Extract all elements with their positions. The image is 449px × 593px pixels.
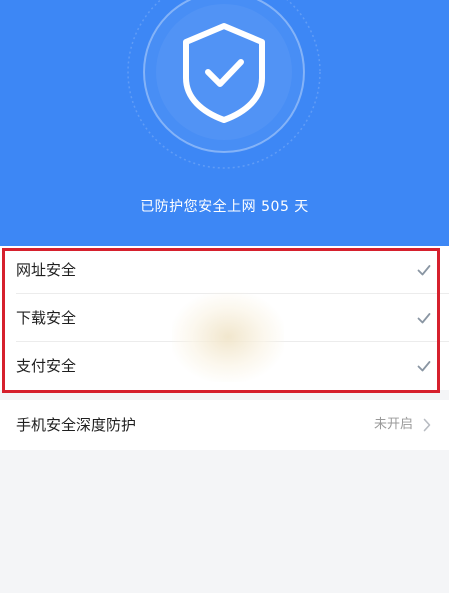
check-icon (417, 265, 431, 276)
deep-protection-label: 手机安全深度防护 (16, 416, 137, 434)
list-item-label: 支付安全 (16, 357, 77, 375)
protection-list: 网址安全 下载安全 支付安全 (0, 246, 449, 390)
check-icon (417, 313, 431, 324)
deep-protection-item[interactable]: 手机安全深度防护 未开启 (0, 400, 449, 450)
deep-protection-status: 未开启 (373, 417, 413, 432)
list-item-payment-security[interactable]: 支付安全 (0, 342, 449, 390)
check-icon (417, 361, 431, 372)
protection-days-text: 已防护您安全上网 505 天 (140, 199, 309, 215)
protection-hero: 已防护您安全上网 505 天 (0, 0, 449, 246)
list-item-label: 网址安全 (16, 261, 77, 279)
list-item-download-security[interactable]: 下载安全 (0, 294, 449, 342)
list-item-url-security[interactable]: 网址安全 (0, 246, 449, 294)
list-item-label: 下载安全 (16, 309, 77, 327)
chevron-right-icon (423, 418, 431, 432)
